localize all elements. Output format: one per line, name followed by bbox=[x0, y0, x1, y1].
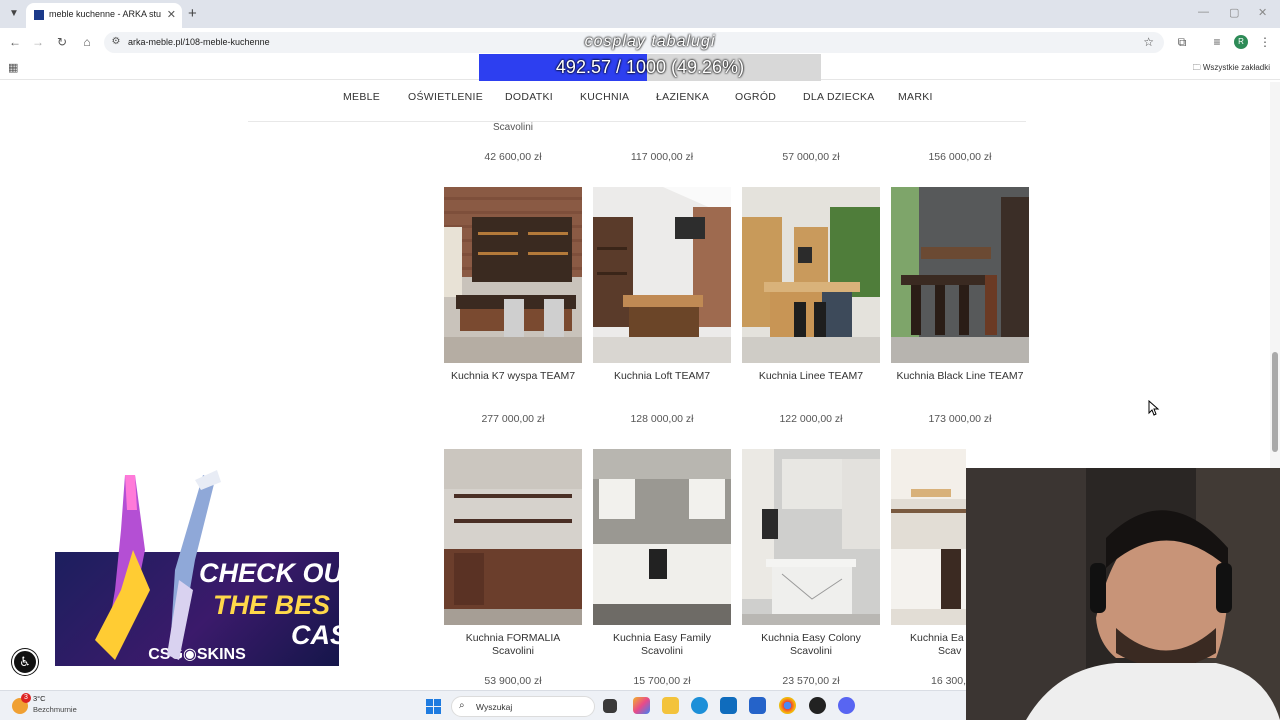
nav-item-dodatki[interactable]: DODATKI bbox=[505, 91, 553, 103]
overlay-title: cosplay tabalugi bbox=[584, 33, 716, 50]
stream-goal-progress-bar: 492.57 / 1000 (49.26%) bbox=[479, 54, 821, 81]
chrome-icon[interactable] bbox=[779, 697, 796, 714]
product-price: 122 000,00 zł bbox=[779, 413, 843, 425]
product-image-loft[interactable] bbox=[593, 187, 731, 363]
product-name[interactable]: Kuchnia Black Line TEAM7 bbox=[891, 370, 1029, 383]
apps-grid-icon[interactable]: ▦ bbox=[8, 61, 18, 74]
tab-title: meble kuchenne - ARKA studio bbox=[49, 9, 161, 19]
reload-icon[interactable]: ↻ bbox=[55, 35, 69, 49]
product-name[interactable]: Kuchnia Ea bbox=[891, 632, 966, 645]
site-favicon-icon bbox=[34, 10, 44, 20]
streamer-webcam bbox=[966, 468, 1280, 720]
url-text: arka-meble.pl/108-meble-kuchenne bbox=[128, 37, 270, 47]
nav-item-oswietlenie[interactable]: OŚWIETLENIE bbox=[408, 91, 483, 103]
nav-item-ogrod[interactable]: OGRÓD bbox=[735, 91, 776, 103]
taskbar-search-box[interactable]: ⌕ Wyszukaj bbox=[451, 696, 595, 717]
nav-item-kuchnia[interactable]: KUCHNIA bbox=[580, 91, 629, 103]
back-arrow-icon[interactable]: ← bbox=[8, 35, 22, 49]
site-info-icon[interactable]: ⚙ bbox=[109, 36, 123, 47]
product-image-easy-colony[interactable] bbox=[742, 449, 880, 625]
product-price: 23 570,00 zł bbox=[782, 675, 840, 687]
product-price: 15 700,00 zł bbox=[633, 675, 691, 687]
outlook-icon[interactable] bbox=[720, 697, 737, 714]
menu-kebab-icon[interactable]: ⋮ bbox=[1258, 35, 1272, 49]
product-name[interactable]: Kuchnia Easy Colony Scavolini bbox=[742, 632, 880, 658]
extensions-icon[interactable]: ⧉ bbox=[1175, 35, 1189, 50]
product-name[interactable]: Kuchnia Loft TEAM7 bbox=[593, 370, 731, 383]
copilot-icon[interactable] bbox=[633, 697, 650, 714]
nav-item-marki[interactable]: MARKI bbox=[898, 91, 933, 103]
weather-temperature[interactable]: 3°C bbox=[33, 694, 46, 703]
product-price: 57 000,00 zł bbox=[782, 151, 840, 163]
maximize-icon[interactable]: ▢ bbox=[1229, 6, 1239, 19]
profile-avatar[interactable]: R bbox=[1234, 35, 1248, 49]
app-icon[interactable] bbox=[809, 697, 826, 714]
nav-divider bbox=[248, 121, 1026, 122]
ad-knives-graphic bbox=[95, 470, 221, 660]
product-name-line2[interactable]: Scav bbox=[891, 645, 966, 658]
product-name[interactable]: Kuchnia Easy Family Scavolini bbox=[593, 632, 731, 658]
product-name[interactable]: Kuchnia Linee TEAM7 bbox=[742, 370, 880, 383]
file-explorer-icon[interactable] bbox=[662, 697, 679, 714]
product-name-partial[interactable]: Scavolini bbox=[444, 122, 582, 131]
product-price: 128 000,00 zł bbox=[630, 413, 694, 425]
product-price: 277 000,00 zł bbox=[481, 413, 545, 425]
forward-arrow-icon[interactable]: → bbox=[31, 35, 45, 49]
nav-item-lazienka[interactable]: ŁAZIENKA bbox=[656, 91, 709, 103]
new-tab-plus-icon[interactable]: + bbox=[188, 5, 197, 22]
scrollbar-thumb[interactable] bbox=[1272, 352, 1278, 452]
screen: ▼ meble kuchenne - ARKA studio ✕ + — ▢ ✕… bbox=[0, 0, 1280, 720]
product-price: 173 000,00 zł bbox=[928, 413, 992, 425]
tab-search-chevron-icon[interactable]: ▼ bbox=[6, 6, 22, 22]
product-price: 117 000,00 zł bbox=[630, 151, 694, 163]
product-image-linee[interactable] bbox=[742, 187, 880, 363]
browser-tab-bar: ▼ meble kuchenne - ARKA studio ✕ + — ▢ ✕ bbox=[0, 0, 1280, 28]
home-icon[interactable]: ⌂ bbox=[80, 35, 94, 49]
task-view-icon[interactable] bbox=[603, 699, 617, 713]
nav-item-dla-dziecka[interactable]: DLA DZIECKA bbox=[803, 91, 875, 103]
product-image-black-line[interactable] bbox=[891, 187, 1029, 363]
mouse-cursor-icon bbox=[1148, 400, 1160, 416]
media-controls-icon[interactable]: ≡ bbox=[1210, 35, 1224, 49]
browser-tab-active[interactable]: meble kuchenne - ARKA studio ✕ bbox=[26, 3, 182, 28]
search-icon: ⌕ bbox=[459, 700, 465, 711]
product-price: 16 300, bbox=[931, 675, 966, 687]
main-navigation: MEBLE OŚWIETLENIE DODATKI KUCHNIA ŁAZIEN… bbox=[0, 82, 1270, 112]
weather-description[interactable]: Bezchmurnie bbox=[33, 705, 77, 714]
progress-text: 492.57 / 1000 (49.26%) bbox=[555, 57, 745, 77]
product-image-formalia[interactable] bbox=[444, 449, 582, 625]
product-image-k7-wyspa[interactable] bbox=[444, 187, 582, 363]
store-icon[interactable] bbox=[749, 697, 766, 714]
discord-icon[interactable] bbox=[838, 697, 855, 714]
product-price: 53 900,00 zł bbox=[484, 675, 542, 687]
all-bookmarks-label: Wszystkie zakładki bbox=[1202, 63, 1270, 72]
edge-icon[interactable] bbox=[691, 697, 708, 714]
weather-badge: 3 bbox=[21, 693, 31, 703]
product-price: 42 600,00 zł bbox=[484, 151, 542, 163]
nav-item-meble[interactable]: MEBLE bbox=[343, 91, 380, 103]
accessibility-icon[interactable]: ♿ bbox=[12, 649, 38, 675]
all-bookmarks-button[interactable]: 🗀 Wszystkie zakładki bbox=[1193, 62, 1270, 76]
product-price: 156 000,00 zł bbox=[928, 151, 992, 163]
minimize-icon[interactable]: — bbox=[1198, 6, 1209, 18]
windows-taskbar: 3 3°C Bezchmurnie ⌕ Wyszukaj bbox=[0, 690, 966, 720]
taskbar-search-placeholder: Wyszukaj bbox=[476, 702, 513, 712]
product-image-partial[interactable] bbox=[891, 449, 966, 625]
folder-icon: 🗀 bbox=[1192, 63, 1201, 72]
product-name[interactable]: Kuchnia K7 wyspa TEAM7 bbox=[444, 370, 582, 383]
product-name[interactable]: Kuchnia FORMALIA Scavolini bbox=[444, 632, 582, 658]
windows-start-icon[interactable] bbox=[426, 699, 441, 714]
product-image-easy-family[interactable] bbox=[593, 449, 731, 625]
tab-close-icon[interactable]: ✕ bbox=[167, 8, 176, 21]
window-close-icon[interactable]: ✕ bbox=[1258, 6, 1267, 19]
bookmark-star-icon[interactable]: ☆ bbox=[1143, 35, 1154, 49]
